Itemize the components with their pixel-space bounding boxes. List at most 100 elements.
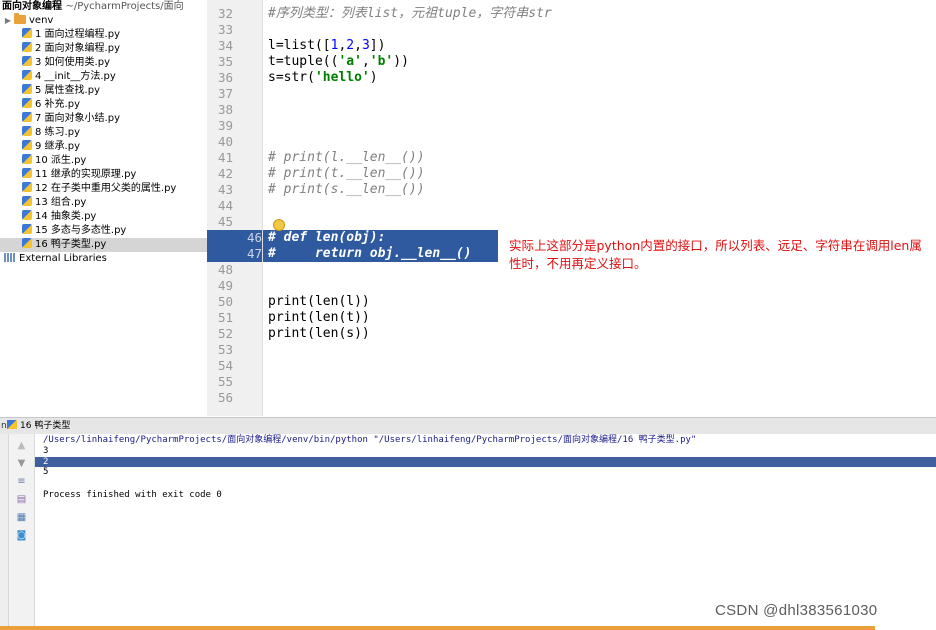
- clear-icon[interactable]: ◙: [15, 530, 28, 541]
- up-arrow-icon[interactable]: ▲: [15, 440, 28, 451]
- line-number-text: 36: [217, 70, 233, 85]
- tree-file-item[interactable]: 6 补充.py: [0, 98, 207, 112]
- console-finish-line: Process finished with exit code 0: [43, 490, 222, 500]
- file-label: 2 面向对象编程.py: [35, 43, 120, 54]
- python-file-icon: [22, 98, 32, 108]
- line-number: 42: [207, 166, 233, 182]
- tree-file-item[interactable]: 8 练习.py: [0, 126, 207, 140]
- code-line-34[interactable]: l=list([1,2,3]): [268, 38, 385, 54]
- line-number-text: 33: [217, 22, 233, 37]
- code-line-35[interactable]: t=tuple(('a','b')): [268, 54, 409, 70]
- line-number-text: 42: [217, 166, 233, 181]
- python-file-icon: [22, 112, 32, 122]
- line-number: 52: [207, 326, 233, 342]
- run-tab-header[interactable]: n 16 鸭子类型: [0, 417, 936, 435]
- console-output-line: 3: [43, 446, 49, 456]
- line-number: 41: [207, 150, 233, 166]
- line-number-text: 34: [217, 38, 233, 53]
- line-number: 47: [207, 246, 262, 262]
- line-number-text: 45: [217, 214, 233, 229]
- line-number-gutter: 32 33 34 35 36 37 38 39 40 41 42 43 44 45 46 47 48 49 50 51…: [207, 0, 263, 416]
- tree-file-item[interactable]: 3 如何使用类.py: [0, 56, 207, 70]
- line-number: 36: [207, 70, 233, 86]
- csdn-watermark: CSDN @dhl383561030: [715, 602, 878, 619]
- tree-file-item[interactable]: 5 属性查找.py: [0, 84, 207, 98]
- code-line-32[interactable]: #序列类型：列表list，元祖tuple，字符串str: [268, 6, 552, 22]
- file-label: 9 继承.py: [35, 141, 80, 152]
- tree-file-item[interactable]: 12 在子类中重用父类的属性.py: [0, 182, 207, 196]
- python-file-icon: [22, 182, 32, 192]
- project-root-name: 面向对象编程: [2, 1, 62, 12]
- line-number-text: 41: [217, 150, 233, 165]
- folder-icon: [14, 13, 26, 24]
- code-line-36[interactable]: s=str('hello'): [268, 70, 378, 86]
- file-label: 8 练习.py: [35, 127, 80, 138]
- bottom-progress-bar: [0, 626, 875, 630]
- soft-wrap-icon[interactable]: ≡: [15, 476, 28, 487]
- tree-file-item[interactable]: 13 组合.py: [0, 196, 207, 210]
- line-number-text: 53: [217, 342, 233, 357]
- line-number: 45: [207, 214, 233, 230]
- code-line-43[interactable]: # print(s.__len__()): [268, 182, 425, 198]
- code-line-47[interactable]: # return obj.__len__(): [268, 246, 472, 262]
- code-line-46[interactable]: # def len(obj):: [268, 230, 385, 246]
- line-number: 32: [207, 6, 233, 22]
- tree-file-item[interactable]: 14 抽象类.py: [0, 210, 207, 224]
- code-line-50[interactable]: print(len(l)): [268, 294, 370, 310]
- libraries-label: External Libraries: [19, 253, 107, 264]
- tree-file-item[interactable]: 4 __init__方法.py: [0, 70, 207, 84]
- code-line-42[interactable]: # print(t.__len__()): [268, 166, 425, 182]
- down-arrow-icon[interactable]: ▼: [15, 458, 28, 469]
- python-file-icon: [22, 238, 32, 248]
- console-selection: [35, 457, 936, 467]
- tree-file-item[interactable]: 15 多态与多态性.py: [0, 224, 207, 238]
- python-file-icon: [22, 196, 32, 206]
- run-tab-title: 16 鸭子类型: [20, 421, 71, 431]
- file-label: 11 继承的实现原理.py: [35, 169, 137, 180]
- line-number: 56: [207, 390, 233, 406]
- tree-folder-venv[interactable]: ▶ venv: [0, 13, 207, 28]
- python-file-icon: [22, 140, 32, 150]
- file-label: 12 在子类中重用父类的属性.py: [35, 183, 177, 194]
- console-output-line: 5: [43, 467, 49, 477]
- file-label: 13 组合.py: [35, 197, 87, 208]
- line-number: 54: [207, 358, 233, 374]
- line-number-text: 54: [217, 358, 233, 373]
- code-line-51[interactable]: print(len(t)): [268, 310, 370, 326]
- python-file-icon: [22, 84, 32, 94]
- scroll-to-end-icon[interactable]: ▤: [15, 494, 28, 505]
- tree-file-item[interactable]: 7 面向对象小结.py: [0, 112, 207, 126]
- tree-file-item[interactable]: 2 面向对象编程.py: [0, 42, 207, 56]
- tree-file-item[interactable]: 9 继承.py: [0, 140, 207, 154]
- tree-external-libraries[interactable]: External Libraries: [0, 252, 207, 266]
- line-number-text: 55: [217, 374, 233, 389]
- line-number-text: 47: [246, 246, 262, 261]
- line-number-text: 37: [217, 86, 233, 101]
- run-console[interactable]: /Users/linhaifeng/PycharmProjects/面向对象编程…: [35, 434, 936, 630]
- tree-file-item[interactable]: 1 面向过程编程.py: [0, 28, 207, 42]
- file-label: 16 鸭子类型.py: [35, 239, 107, 250]
- line-number-text: 56: [217, 390, 233, 405]
- intention-bulb-icon[interactable]: [273, 219, 285, 231]
- code-line-41[interactable]: # print(l.__len__()): [268, 150, 425, 166]
- line-number: 38: [207, 102, 233, 118]
- file-label: 1 面向过程编程.py: [35, 29, 120, 40]
- project-root[interactable]: 面向对象编程 ~/PycharmProjects/面向: [0, 0, 207, 14]
- tree-file-item[interactable]: 10 派生.py: [0, 154, 207, 168]
- tree-file-item[interactable]: 16 鸭子类型.py: [0, 238, 207, 252]
- tree-file-item[interactable]: 11 继承的实现原理.py: [0, 168, 207, 182]
- code-line-52[interactable]: print(len(s)): [268, 326, 370, 342]
- file-label: 10 派生.py: [35, 155, 87, 166]
- print-icon[interactable]: ▦: [15, 512, 28, 523]
- annotation-note: 实际上这部分是python内置的接口，所以列表、远足、字符串在调用len属性时，…: [509, 238, 922, 271]
- file-list: 1 面向过程编程.py 2 面向对象编程.py 3 如何使用类.py 4 __init…: [0, 28, 207, 252]
- file-label: 3 如何使用类.py: [35, 57, 110, 68]
- run-side-strip: [0, 434, 9, 630]
- file-label: 5 属性查找.py: [35, 85, 100, 96]
- library-icon: [4, 253, 16, 262]
- expand-arrow-icon[interactable]: ▶: [2, 14, 14, 28]
- file-label: 7 面向对象小结.py: [35, 113, 120, 124]
- code-editor[interactable]: #序列类型：列表list，元祖tuple，字符串str l=list([1,2,…: [263, 0, 936, 416]
- line-number: 49: [207, 278, 233, 294]
- python-file-icon: [22, 168, 32, 178]
